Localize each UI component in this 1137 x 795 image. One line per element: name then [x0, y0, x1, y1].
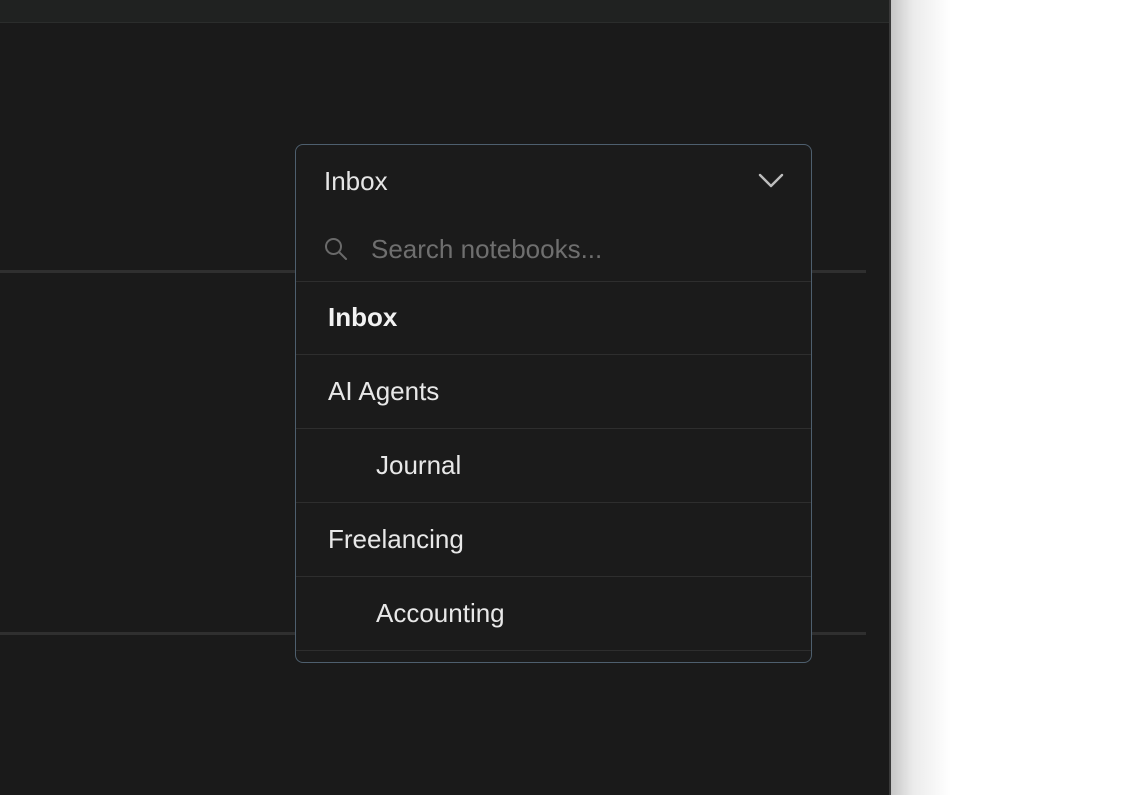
title-bar — [0, 0, 889, 23]
notebook-picker: Inbox Inbox AI Agents — [295, 144, 812, 663]
notebook-item-freelancing[interactable]: Freelancing — [296, 503, 811, 577]
notebook-picker-toggle[interactable]: Inbox — [296, 145, 811, 219]
notebook-item-label: Freelancing — [328, 524, 464, 554]
notebook-search — [296, 219, 811, 282]
notebook-item-label: Accounting — [376, 598, 505, 628]
app-window: Inbox Inbox AI Agents — [0, 0, 889, 795]
desktop-backdrop — [891, 0, 1137, 795]
notebook-list: Inbox AI Agents Journal Freelancing Acco… — [296, 281, 811, 651]
search-icon — [323, 236, 349, 262]
notebook-item-inbox[interactable]: Inbox — [296, 281, 811, 355]
search-input[interactable] — [371, 229, 781, 269]
selected-notebook: Inbox — [324, 166, 388, 196]
notebook-item-label: AI Agents — [328, 376, 440, 406]
notebook-item-label: Journal — [376, 450, 462, 480]
notebook-item-label: Inbox — [328, 302, 398, 332]
notebook-item-journal[interactable]: Journal — [296, 429, 811, 503]
notebook-item-accounting[interactable]: Accounting — [296, 577, 811, 651]
notebook-item-ai-agents[interactable]: AI Agents — [296, 355, 811, 429]
chevron-down-icon[interactable] — [757, 169, 785, 191]
